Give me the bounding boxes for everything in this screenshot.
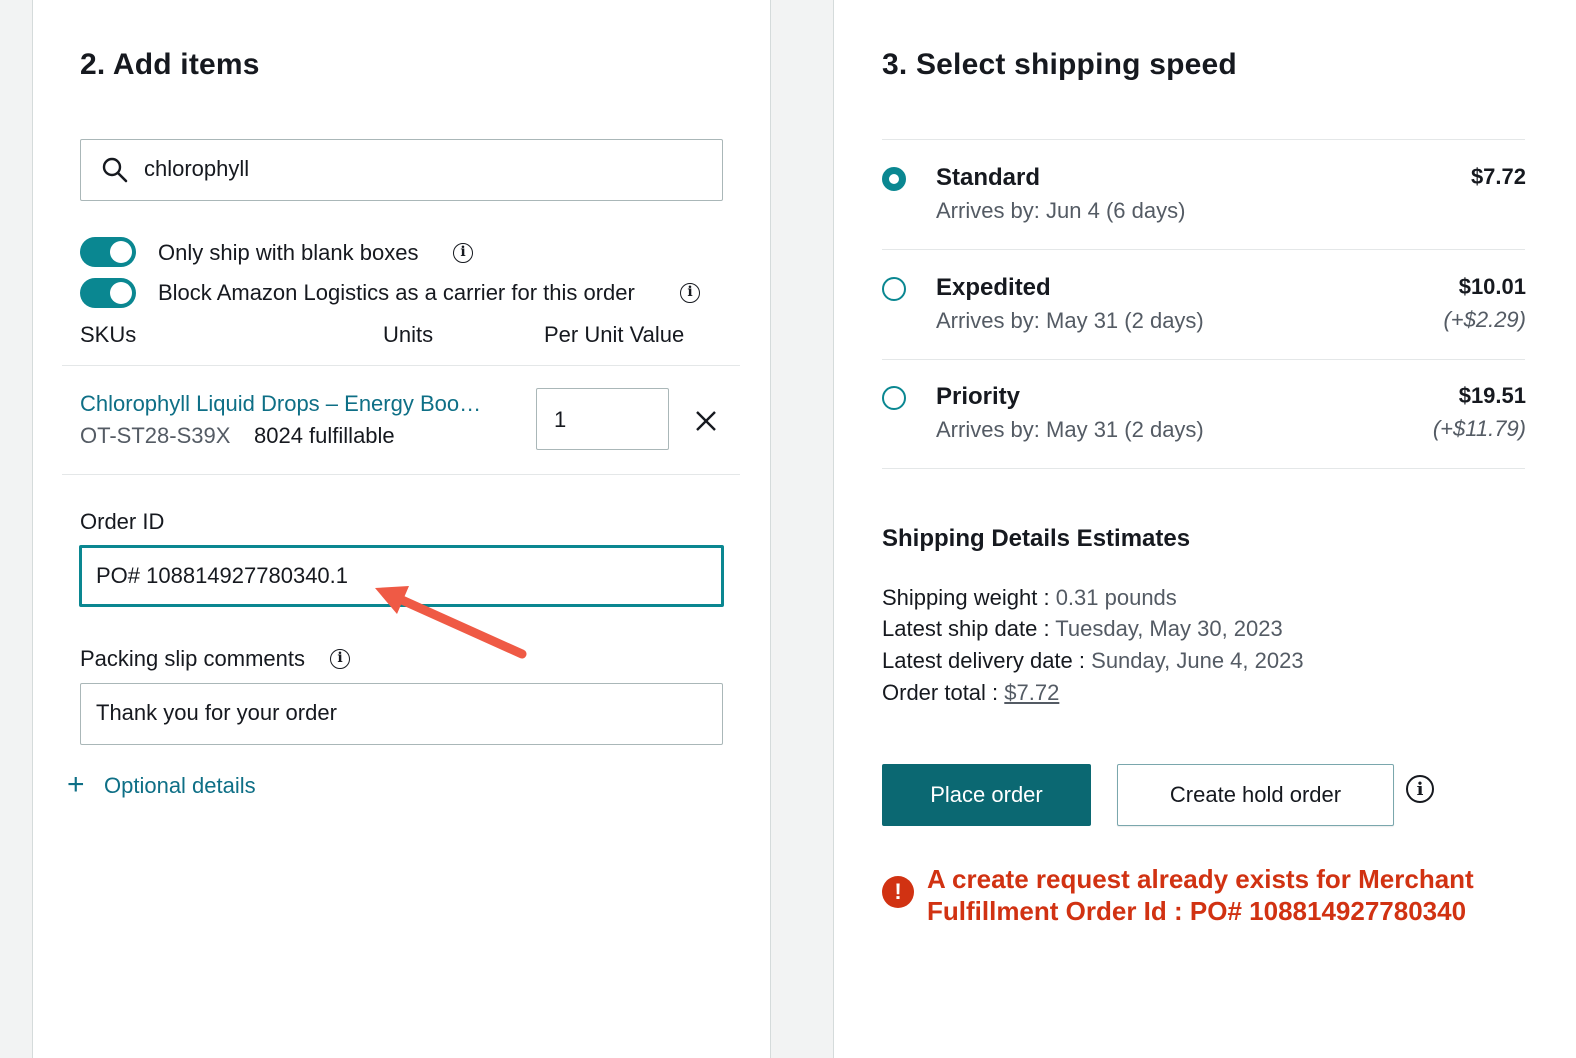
latest-ship-date-label: Latest ship date :: [882, 616, 1050, 641]
search-value: chlorophyll: [144, 156, 250, 181]
latest-delivery-date-value: Sunday, June 4, 2023: [1091, 648, 1304, 673]
annotation-arrow: [375, 586, 527, 659]
col-skus: SKUs: [80, 322, 137, 347]
speed-arrives-standard: Arrives by: Jun 4 (6 days): [936, 198, 1186, 223]
order-id-label: Order ID: [80, 509, 165, 534]
block-amazon-logistics-toggle[interactable]: [80, 278, 136, 308]
order-id-value: PO# 108814927780340.1: [96, 563, 349, 588]
create-hold-order-button[interactable]: Create hold order: [1117, 764, 1394, 826]
units-input[interactable]: 1: [536, 388, 669, 450]
error-icon: !: [882, 876, 914, 908]
col-units: Units: [383, 322, 434, 347]
shipping-speed-panel: 3. Select shipping speed Standard Arrive…: [833, 0, 1576, 1058]
search-icon: [102, 157, 128, 183]
units-value: 1: [554, 407, 567, 432]
shipping-weight-value: 0.31 pounds: [1055, 585, 1177, 610]
item-sku: OT-ST28-S39X: [80, 423, 231, 448]
add-items-panel: 2. Add items chlorophyll Only ship with …: [32, 0, 771, 1058]
blank-boxes-label: Only ship with blank boxes: [158, 240, 419, 265]
info-icon[interactable]: i: [453, 243, 473, 263]
packing-slip-label: Packing slip comments: [80, 646, 305, 671]
shipping-weight-label: Shipping weight :: [882, 585, 1050, 610]
sku-search-input[interactable]: chlorophyll: [80, 139, 723, 201]
speed-diff-expedited: (+$2.29): [1443, 307, 1526, 332]
latest-delivery-date-row: Latest delivery date : Sunday, June 4, 2…: [882, 648, 1304, 674]
block-amazon-logistics-label: Block Amazon Logistics as a carrier for …: [158, 280, 635, 305]
blank-boxes-toggle[interactable]: [80, 237, 136, 267]
speed-price-standard: $7.72: [1470, 164, 1526, 189]
error-line-2: Fulfillment Order Id : PO# 1088149277803…: [927, 896, 1467, 926]
packing-slip-value: Thank you for your order: [96, 700, 337, 725]
packing-slip-input[interactable]: Thank you for your order: [80, 683, 723, 745]
error-message: A create request already exists for Merc…: [927, 863, 1474, 927]
shipping-details-title: Shipping Details Estimates: [882, 525, 1191, 552]
latest-ship-date-value: Tuesday, May 30, 2023: [1055, 616, 1283, 641]
item-fulfillable: 8024 fulfillable: [254, 423, 395, 448]
radio-priority[interactable]: [882, 386, 906, 410]
info-icon[interactable]: i: [330, 649, 350, 669]
radio-standard[interactable]: [882, 167, 906, 191]
close-icon[interactable]: [694, 409, 718, 433]
place-order-button[interactable]: Place order: [882, 764, 1091, 826]
info-icon[interactable]: i: [680, 283, 700, 303]
divider: [62, 365, 740, 366]
divider: [62, 474, 740, 475]
speed-diff-priority: (+$11.79): [1432, 416, 1526, 441]
divider: [882, 249, 1525, 250]
speed-name-priority: Priority: [936, 383, 1021, 410]
error-line-1: A create request already exists for Merc…: [927, 864, 1474, 894]
add-items-title: 2. Add items: [80, 48, 260, 81]
divider: [882, 139, 1525, 140]
divider: [882, 359, 1525, 360]
divider: [882, 468, 1525, 469]
info-icon[interactable]: i: [1406, 775, 1434, 803]
order-total-row: Order total : $7.72: [882, 680, 1059, 706]
speed-price-expedited: $10.01: [1458, 274, 1526, 299]
speed-name-standard: Standard: [936, 164, 1041, 191]
latest-ship-date-row: Latest ship date : Tuesday, May 30, 2023: [882, 616, 1283, 642]
speed-name-expedited: Expedited: [936, 274, 1051, 301]
plus-icon[interactable]: +: [67, 768, 85, 802]
item-name-link[interactable]: Chlorophyll Liquid Drops – Energy Boo…: [80, 391, 481, 417]
shipping-weight-row: Shipping weight : 0.31 pounds: [882, 585, 1177, 611]
order-total-value[interactable]: $7.72: [1004, 680, 1059, 705]
order-total-label: Order total :: [882, 680, 999, 705]
shipping-speed-title: 3. Select shipping speed: [882, 48, 1237, 81]
radio-expedited[interactable]: [882, 277, 906, 301]
col-per-unit-value: Per Unit Value: [544, 322, 685, 347]
speed-price-priority: $19.51: [1458, 383, 1526, 408]
latest-delivery-date-label: Latest delivery date :: [882, 648, 1086, 673]
speed-arrives-expedited: Arrives by: May 31 (2 days): [936, 308, 1204, 333]
optional-details-link[interactable]: Optional details: [104, 773, 256, 799]
speed-arrives-priority: Arrives by: May 31 (2 days): [936, 417, 1204, 442]
